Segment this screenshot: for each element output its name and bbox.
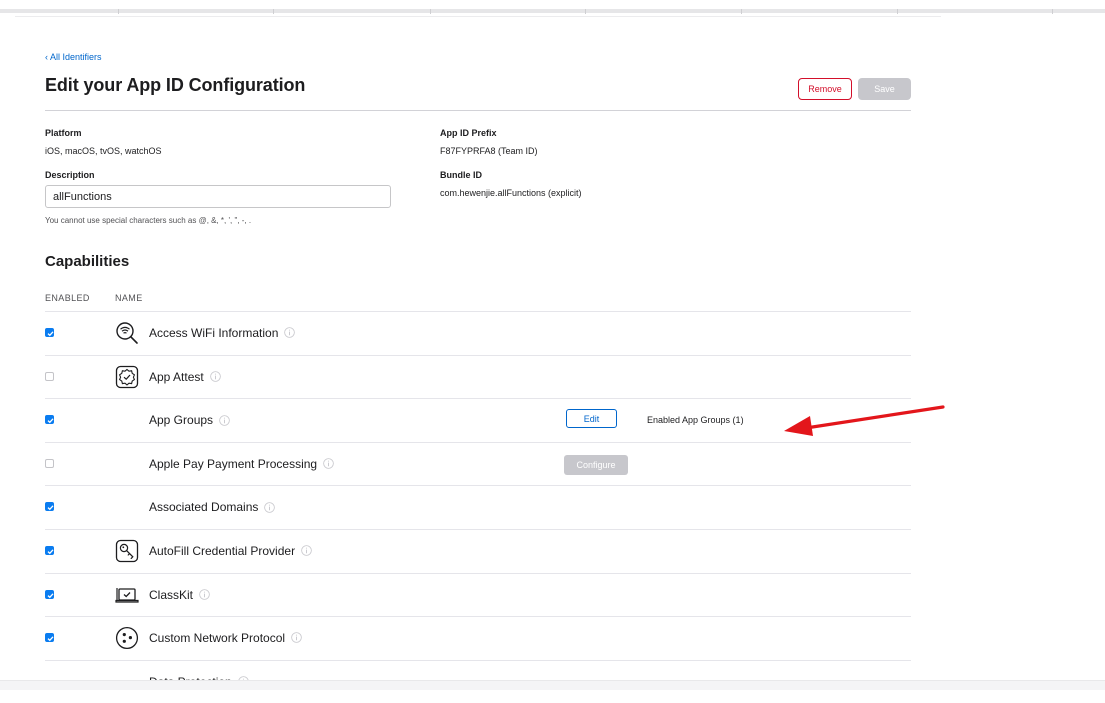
enabled-checkbox[interactable]	[45, 458, 54, 468]
capability-row-classkit: ClassKit	[45, 572, 911, 617]
network-protocol-icon	[115, 627, 139, 650]
save-button[interactable]: Save	[858, 78, 911, 100]
app-attest-icon	[115, 365, 139, 388]
tab-divider	[741, 9, 742, 14]
edit-app-groups-button[interactable]: Edit	[566, 409, 617, 429]
info-icon[interactable]	[219, 414, 230, 426]
header-rule	[15, 16, 941, 17]
bundle-id-value: com.hewenjie.allFunctions (explicit)	[440, 188, 582, 198]
enabled-checkbox[interactable]	[45, 502, 54, 512]
column-header-name: NAME	[115, 293, 143, 303]
key-icon	[115, 539, 139, 563]
info-icon[interactable]	[323, 458, 334, 469]
description-input[interactable]	[45, 185, 391, 208]
info-icon[interactable]	[291, 632, 302, 644]
capability-name: App Attest	[149, 370, 221, 384]
annotation-arrow-icon	[784, 405, 945, 436]
classkit-icon	[115, 587, 139, 603]
title-divider	[45, 110, 911, 111]
enabled-checkbox[interactable]	[45, 415, 54, 425]
page-title: Edit your App ID Configuration	[45, 75, 306, 95]
capability-row-app-attest: App Attest	[45, 354, 911, 399]
tab-divider	[897, 9, 898, 14]
capability-row-associated-domains: Associated Domains	[45, 485, 911, 529]
capability-row-autofill-credential-provider: AutoFill Credential Provider	[45, 528, 911, 573]
tab-divider	[585, 9, 586, 14]
enabled-checkbox[interactable]	[45, 633, 54, 643]
tab-divider	[430, 9, 431, 14]
enabled-checkbox[interactable]	[45, 371, 54, 381]
capability-name: Custom Network Protocol	[149, 631, 302, 645]
platform-value: iOS, macOS, tvOS, watchOS	[45, 146, 162, 156]
column-header-enabled: ENABLED	[45, 293, 90, 303]
info-icon[interactable]	[209, 371, 221, 382]
enabled-app-groups-status: Enabled App Groups (1)	[647, 415, 744, 426]
tab-divider	[1052, 9, 1053, 14]
info-icon[interactable]	[264, 501, 276, 513]
capability-name: Apple Pay Payment Processing	[149, 457, 334, 471]
capability-name: ClassKit	[149, 588, 210, 602]
configure-button[interactable]: Configure	[564, 454, 628, 475]
app-id-prefix-label: App ID Prefix	[440, 128, 497, 138]
description-hint: You cannot use special characters such a…	[45, 216, 252, 225]
top-tab-strip	[0, 0, 1105, 17]
wifi-search-icon	[116, 322, 138, 344]
capability-name: App Groups	[149, 413, 230, 427]
capability-name: Associated Domains	[149, 500, 276, 514]
capability-name: AutoFill Credential Provider	[149, 544, 312, 558]
app-id-prefix-value: F87FYPRFA8 (Team ID)	[440, 146, 538, 156]
capability-row-custom-network-protocol: Custom Network Protocol	[45, 616, 911, 660]
tab-divider	[273, 9, 274, 14]
tab-strip-bar	[0, 9, 1105, 13]
info-icon[interactable]	[284, 327, 296, 339]
platform-label: Platform	[45, 128, 82, 138]
capability-row-access-wifi-information: Access WiFi Information	[45, 311, 911, 355]
info-icon[interactable]	[301, 545, 312, 557]
description-label: Description	[45, 170, 95, 180]
bundle-id-label: Bundle ID	[440, 170, 482, 180]
capability-name: Access WiFi Information	[149, 326, 296, 340]
capabilities-title: Capabilities	[45, 253, 130, 270]
remove-button[interactable]: Remove	[798, 78, 852, 100]
back-link-all-identifiers[interactable]: ‹ All Identifiers	[45, 52, 102, 62]
enabled-checkbox[interactable]	[45, 545, 54, 555]
tab-divider	[118, 9, 119, 14]
capabilities-list: Access WiFi Information App Attest App G…	[45, 311, 911, 703]
enabled-checkbox[interactable]	[45, 328, 54, 337]
info-icon[interactable]	[199, 589, 210, 600]
capability-row-apple-pay-payment-processing: Apple Pay Payment Processing Configure	[45, 441, 911, 486]
enabled-checkbox[interactable]	[45, 589, 54, 599]
